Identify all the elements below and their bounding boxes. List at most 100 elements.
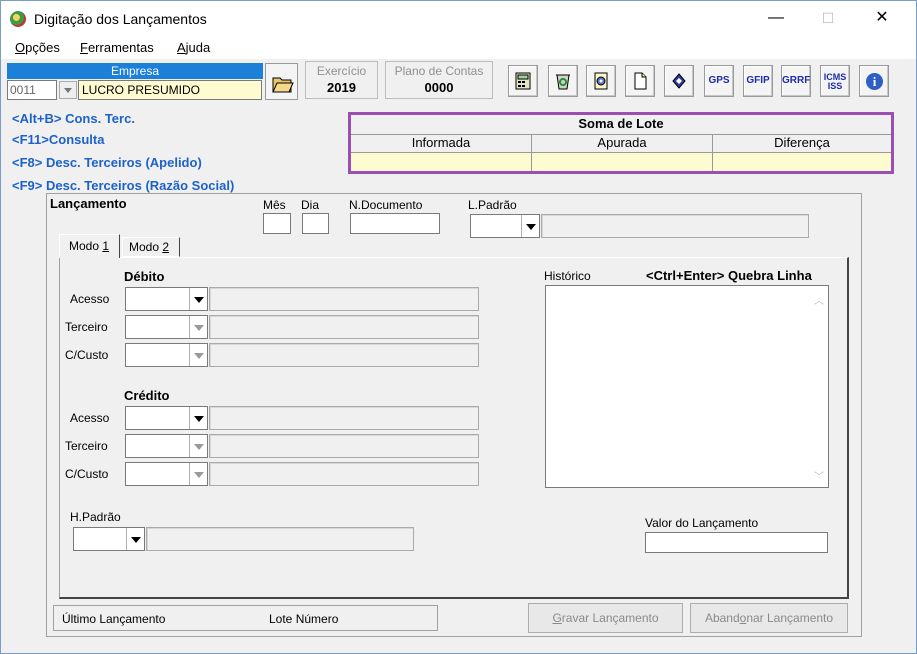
credito-ccusto-description [209, 462, 479, 486]
valor-lancamento-field[interactable] [645, 532, 828, 553]
recycle-bin-icon [556, 74, 570, 90]
tab-modo-2-accel: 2 [162, 240, 170, 254]
historico-label: Histórico [544, 269, 591, 283]
diamond-arrows-icon [672, 73, 686, 89]
h-padrao-combo[interactable] [73, 527, 145, 551]
info-button[interactable]: i [859, 65, 889, 97]
menu-opcoes[interactable]: Opções [15, 40, 60, 55]
chevron-up-icon[interactable]: ︿ [814, 292, 824, 307]
h-padrao-label: H.Padrão [70, 510, 121, 524]
lote-numero-label: Lote Número [269, 612, 339, 626]
navigate-button[interactable] [664, 65, 694, 97]
shortcut-cons-terc: <Alt+B> Cons. Terc. [12, 111, 135, 126]
credito-ccusto-combo[interactable] [125, 462, 208, 486]
plano-contas-value: 0000 [424, 80, 454, 95]
main-window: Digitação dos Lançamentos — ☐ ✕ Opções F… [0, 0, 917, 654]
menu-ajuda-label: juda [185, 40, 211, 55]
h-padrao-description [146, 527, 414, 551]
chevron-down-icon[interactable] [189, 435, 207, 457]
credito-terceiro-label: Terceiro [65, 439, 108, 453]
tab-modo-1-accel: 1 [102, 239, 110, 253]
l-padrao-description [541, 214, 809, 238]
gravar-lancamento-button[interactable]: Gravar Lançamento [528, 603, 683, 633]
credito-ccusto-label: C/Custo [65, 467, 109, 481]
iss-label: ISS [827, 81, 843, 91]
info-icon: i [866, 73, 883, 90]
empresa-code-field[interactable]: 0011 [7, 80, 57, 100]
menu-ferramentas-accel: F [80, 40, 88, 55]
credito-acesso-label: Acesso [70, 411, 110, 425]
historico-scrollbar[interactable]: ︿ ﹀ [809, 286, 828, 487]
new-document-button[interactable] [625, 65, 655, 97]
maximize-button[interactable]: ☐ [813, 7, 843, 29]
tab-modo-2-label: Modo [129, 240, 163, 254]
calculator-button[interactable] [508, 65, 538, 97]
icms-iss-button[interactable]: ICMS ISS [820, 65, 850, 97]
app-icon [10, 11, 26, 27]
gps-button[interactable]: GPS [704, 65, 734, 97]
menu-ajuda[interactable]: Ajuda [177, 40, 210, 55]
window-title: Digitação dos Lançamentos [34, 11, 207, 27]
quebra-linha-hint: <Ctrl+Enter> Quebra Linha [646, 268, 812, 283]
menu-bar: Opções Ferramentas Ajuda [1, 35, 916, 59]
abandonar-label-pre: Aband [704, 611, 740, 625]
mes-field[interactable] [263, 213, 291, 234]
menu-ferramentas[interactable]: Ferramentas [80, 40, 154, 55]
chevron-down-icon[interactable] [126, 528, 144, 550]
chevron-down-icon[interactable] [521, 215, 539, 237]
empresa-name-field[interactable]: LUCRO PRESUMIDO [78, 80, 262, 100]
plano-contas-label: Plano de Contas [394, 64, 484, 78]
debito-ccusto-combo[interactable] [125, 343, 208, 367]
debito-ccusto-description [209, 343, 479, 367]
close-button[interactable]: ✕ [867, 7, 897, 29]
menu-ajuda-accel: A [177, 40, 186, 55]
gfip-button[interactable]: GFIP [743, 65, 773, 97]
n-documento-field[interactable] [350, 213, 440, 234]
soma-lote-title: Soma de Lote [578, 116, 664, 131]
gravar-label: ravar Lançamento [561, 611, 659, 625]
chevron-down-icon[interactable] [189, 407, 207, 429]
lancamento-title: Lançamento [50, 196, 127, 211]
folder-open-icon [272, 77, 294, 93]
credito-terceiro-description [209, 434, 479, 458]
debito-ccusto-label: C/Custo [65, 348, 109, 362]
minimize-button[interactable]: — [761, 7, 791, 29]
shortcut-consulta: <F11>Consulta [12, 132, 105, 147]
grrf-button[interactable]: GRRF [781, 65, 811, 97]
credito-acesso-combo[interactable] [125, 406, 208, 430]
historico-textarea[interactable]: ︿ ﹀ [545, 285, 829, 488]
recycle-bin-button[interactable] [548, 65, 578, 97]
credito-acesso-description [209, 406, 479, 430]
document-icon [634, 72, 647, 90]
soma-informada-value [351, 153, 531, 171]
gravar-accel: G [552, 611, 562, 625]
debito-title: Débito [124, 269, 165, 284]
l-padrao-combo[interactable] [470, 214, 540, 238]
debito-acesso-label: Acesso [70, 292, 110, 306]
menu-ferramentas-label: erramentas [87, 40, 154, 55]
chevron-down-icon[interactable]: ﹀ [814, 468, 824, 483]
chevron-down-icon[interactable] [189, 463, 207, 485]
soma-apurada-value [532, 153, 712, 171]
settings-doc-button[interactable] [586, 65, 616, 97]
open-folder-button[interactable] [265, 63, 298, 100]
dia-field[interactable] [302, 213, 329, 234]
title-bar: Digitação dos Lançamentos — ☐ ✕ [1, 1, 916, 35]
empresa-spin-button[interactable] [59, 81, 77, 99]
debito-acesso-combo[interactable] [125, 287, 208, 311]
dia-label: Dia [301, 198, 320, 212]
soma-lote-panel: Soma de Lote Informada Apurada Diferença [348, 112, 894, 174]
debito-terceiro-combo[interactable] [125, 315, 208, 339]
exercicio-label: Exercício [316, 64, 367, 78]
chevron-down-icon[interactable] [189, 344, 207, 366]
debito-acesso-description [209, 287, 479, 311]
abandonar-lancamento-button[interactable]: Abandonar Lançamento [690, 603, 848, 633]
mes-label: Mês [263, 198, 286, 212]
chevron-down-icon[interactable] [189, 316, 207, 338]
credito-terceiro-combo[interactable] [125, 434, 208, 458]
menu-opcoes-label: pções [25, 40, 60, 55]
tab-modo-2[interactable]: Modo 2 [122, 237, 180, 257]
tab-modo-1[interactable]: Modo 1 [59, 234, 120, 258]
chevron-down-icon[interactable] [189, 288, 207, 310]
gear-document-icon [594, 72, 608, 90]
